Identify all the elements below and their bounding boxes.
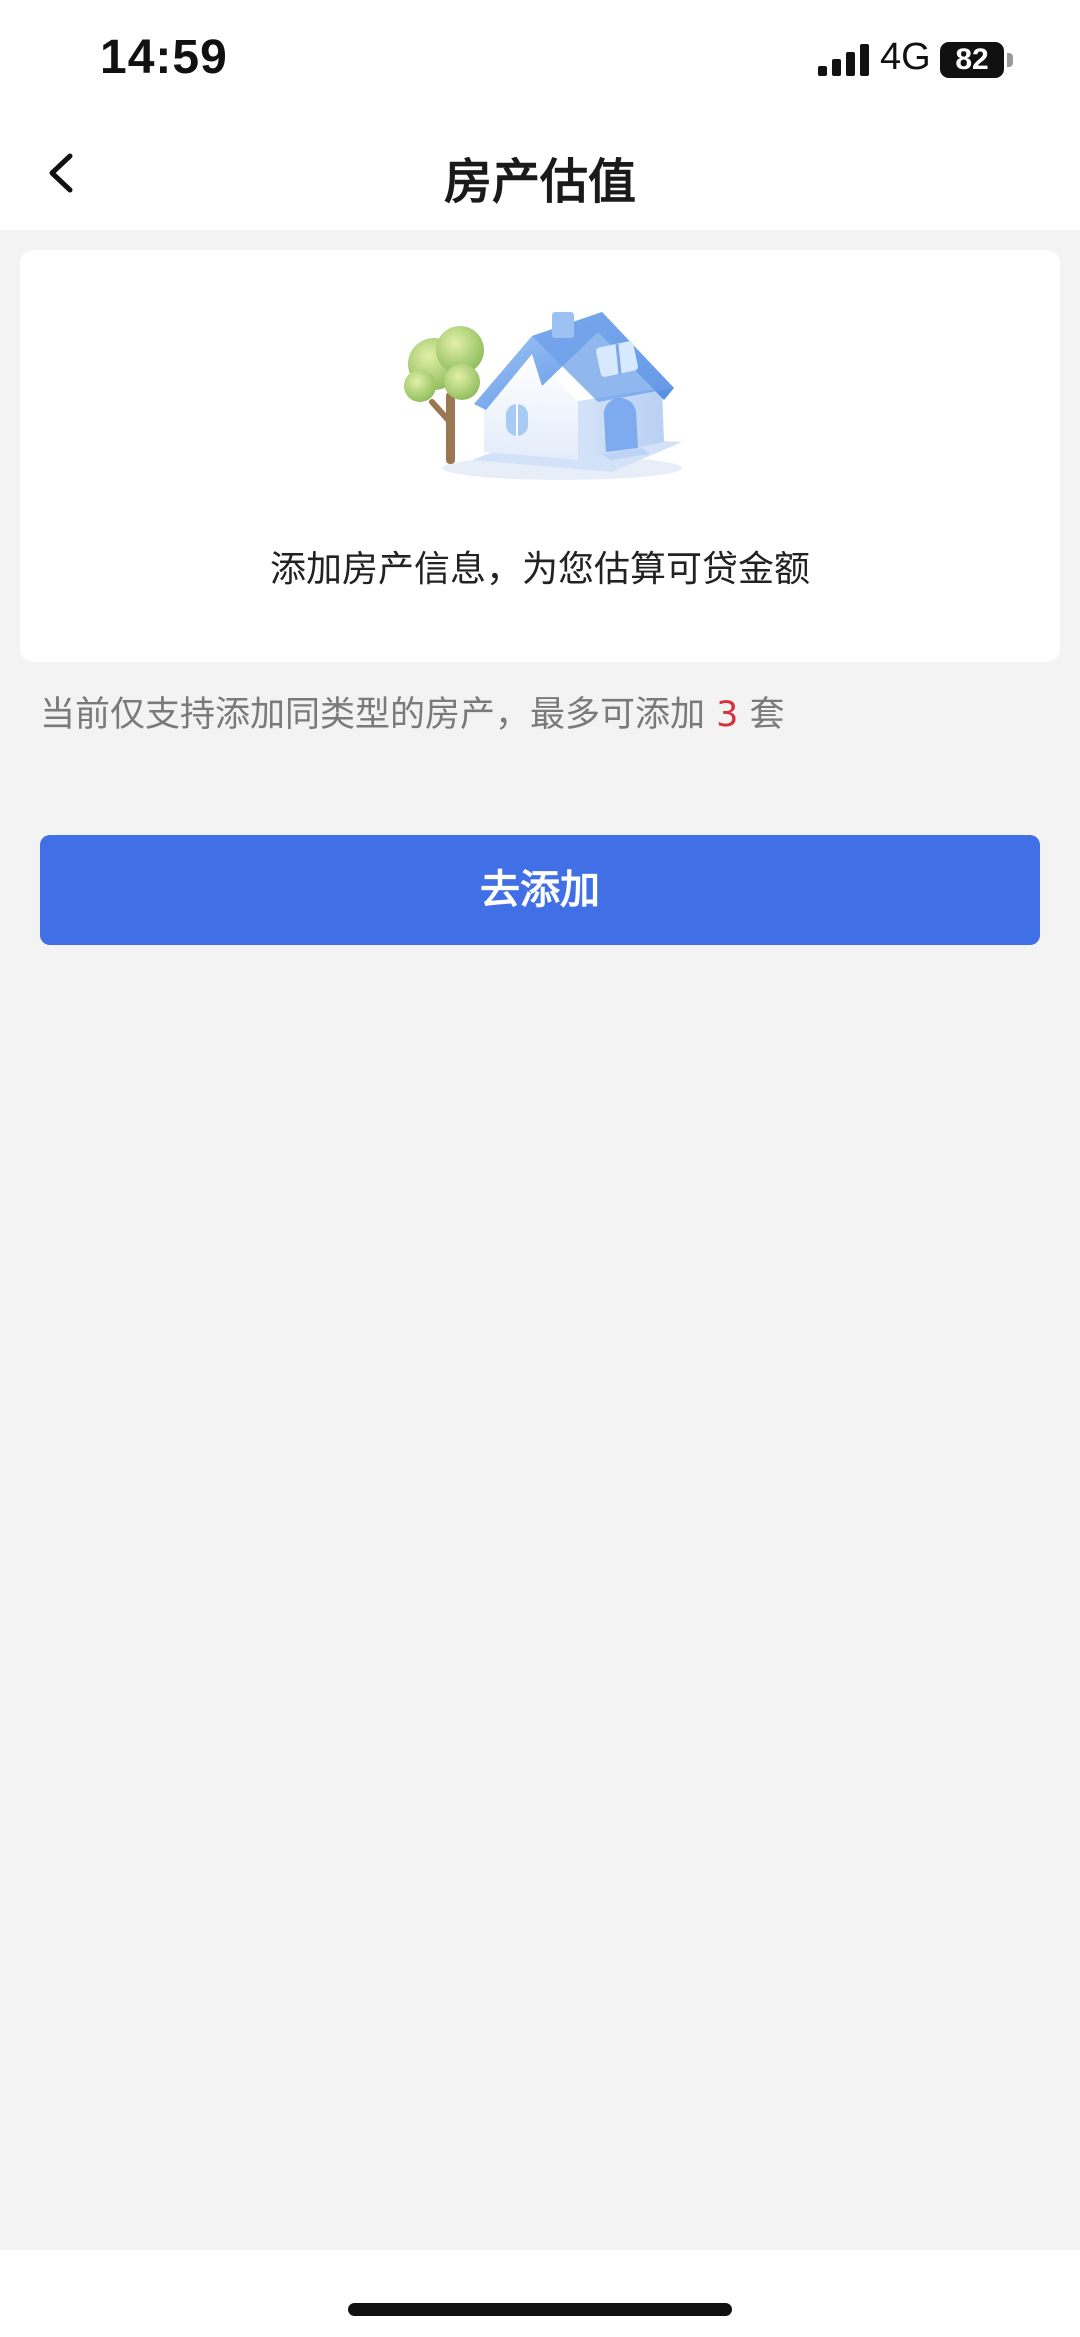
status-bar: 14:59 4G 82 <box>0 0 1080 120</box>
battery-icon: 82 <box>940 42 1004 78</box>
hint-count: 3 <box>716 695 739 735</box>
page-title: 房产估值 <box>443 154 636 210</box>
card-description: 添加房产信息，为您估算可贷金额 <box>269 549 810 590</box>
hint-suffix: 套 <box>738 695 785 735</box>
signal-icon <box>818 44 869 76</box>
add-property-button[interactable]: 去添加 <box>40 835 1040 945</box>
home-indicator[interactable] <box>348 2303 732 2316</box>
battery-cap <box>1007 53 1013 67</box>
nav-bar: 房产估值 <box>0 120 1080 230</box>
status-time: 14:59 <box>100 31 228 84</box>
bottom-safe-area <box>0 2250 1080 2337</box>
battery-level: 82 <box>955 43 989 76</box>
house-illustration <box>404 312 682 480</box>
network-type: 4G <box>880 36 931 78</box>
hint-prefix: 当前仅支持添加同类型的房产，最多可添加 <box>40 695 717 735</box>
property-card: 添加房产信息，为您估算可贷金额 <box>20 250 1060 662</box>
limit-hint: 当前仅支持添加同类型的房产，最多可添加 3 套 <box>40 686 785 737</box>
